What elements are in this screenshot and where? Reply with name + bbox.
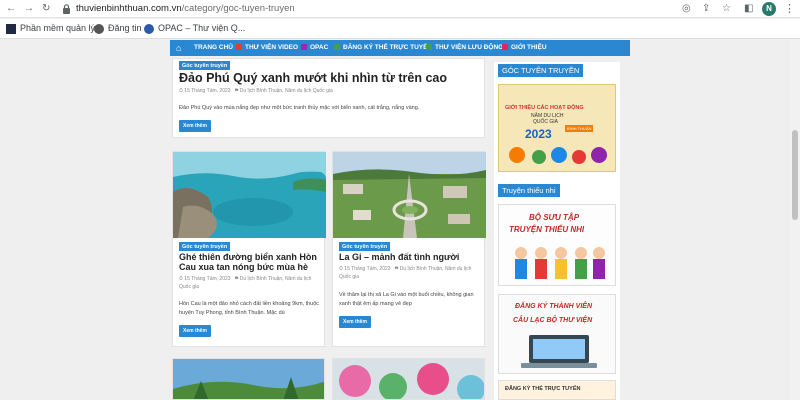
nav-label: GIỚI THIỆU [511,44,547,51]
forward-icon[interactable]: → [24,3,34,14]
url-domain: thuvienbinhthuan.com.vn [76,3,182,14]
post-date[interactable]: 15 Tháng Tám, 2023 [184,276,230,282]
url-path: /category/goc-tuyen-truyen [181,3,295,14]
share-icon[interactable]: ⇪ [702,3,710,14]
post-card-partial-2 [332,358,485,400]
post-image-partial-1[interactable] [173,359,325,400]
tourism-year-poster[interactable]: GIỚI THIỆU CÁC HOẠT ĐỘNG NĂM DU LỊCH QUỐ… [498,84,616,172]
main-navbar: ⌂ TRANG CHỦ THƯ VIỆN VIDEO OPAC ĐĂNG KÝ … [170,40,630,56]
post-image-hon-cau[interactable] [173,152,326,238]
poster-icons [509,147,607,164]
club-register-banner[interactable]: ĐĂNG KÝ THÀNH VIÊN CÂU LẠC BỘ THƯ VIỆN [498,294,616,374]
laptop-illustration [521,335,597,368]
post-excerpt: Về thăm lại thị xã La Gi vào một buổi ch… [339,292,474,307]
category-badge[interactable]: Góc tuyên truyền [339,242,391,251]
sidebar-widget-kids: Truyện thiếu nhi BỘ SƯU TẬP TRUYỆN THIẾU… [494,182,620,400]
post-card-phu-quy: Góc tuyên truyền Đảo Phú Quý xanh mướt k… [172,58,485,138]
bookmark-item-3[interactable]: OPAC – Thư viện Q... [144,23,245,34]
bookmark-label: Phần mềm quản lý... [20,23,103,33]
category-badge[interactable]: Góc tuyên truyền [179,242,231,251]
nav-label: TRANG CHỦ [194,44,233,51]
scrollbar-thumb[interactable] [792,130,798,220]
app-icon [6,23,16,34]
nav-label: OPAC [310,44,329,51]
bookmark-star-icon[interactable]: ☆ [722,3,731,14]
nav-item-about[interactable]: GIỚI THIỆU [502,44,547,51]
post-image-la-gi[interactable] [333,152,486,238]
post-title[interactable]: Ghé thiên đường biển xanh Hòn Cau xua ta… [179,252,321,273]
post-date[interactable]: 15 Tháng Tám, 2023 [184,88,230,94]
nav-item-opac[interactable]: OPAC [301,44,328,51]
read-more-button[interactable]: Xem thêm [339,316,371,328]
nav-label: ĐĂNG KÝ THẺ TRỰC TUYẾN [343,44,433,51]
google-lens-icon[interactable]: ◎ [682,3,691,14]
read-more-button[interactable]: Xem thêm [179,325,211,337]
poster-year: 2023 [525,127,552,141]
poster-line3: QUỐC GIA [533,119,559,125]
post-meta: ⏱ 15 Tháng Tám, 2023 ⚑ Du lịch Bình Thuậ… [339,266,472,280]
poster-line1: GIỚI THIỆU CÁC HOẠT ĐỘNG [505,105,584,111]
kids-stories-banner[interactable]: BỘ SƯU TẬP TRUYỆN THIẾU NHI [498,204,616,286]
home-icon[interactable]: ⌂ [176,43,181,53]
lock-icon[interactable] [62,4,71,14]
browser-address-bar: ← → ↻ thuvienbinhthuan.com.vn/category/g… [0,0,800,18]
sidebar-heading: Truyện thiếu nhi [498,184,560,197]
card-icon [334,44,340,51]
post-title[interactable]: La Gi – mảnh đất tình người [339,252,481,263]
nav-label: THƯ VIỆN VIDEO [245,44,299,51]
profile-avatar[interactable]: N [762,2,776,16]
post-excerpt: Đảo Phú Quý vào mùa nắng đẹp như một bức… [179,105,420,111]
browser-menu-icon[interactable]: ⋮ [784,2,795,15]
register-line1: ĐĂNG KÝ THÀNH VIÊN [515,303,593,310]
post-image-partial-2[interactable] [333,359,485,400]
post-tags[interactable]: Du lịch Bình Thuận, Năm du lịch Quốc gia [240,88,333,94]
bookmark-label: OPAC – Thư viện Q... [158,23,246,33]
online-card-label: ĐĂNG KÝ THẺ TRỰC TUYẾN [505,386,581,392]
youtube-icon [236,44,242,51]
opac-nav-icon [301,44,307,51]
info-icon [502,44,508,51]
post-title[interactable]: Đảo Phú Quý xanh mướt khi nhìn từ trên c… [179,71,479,86]
read-more-button[interactable]: Xem thêm [179,120,211,132]
nav-item-home[interactable]: TRANG CHỦ [194,44,233,51]
kids-banner-line1: BỘ SƯU TẬP [529,213,580,222]
post-meta: ⏱ 15 Tháng Tám, 2023 ⚑ Du lịch Bình Thuậ… [179,276,312,290]
bookmark-label: Đăng tin [108,23,142,33]
register-line2: CÂU LẠC BỘ THƯ VIỆN [513,317,593,324]
post-excerpt: Hòn Cau là một đảo nhỏ cách đất liền kho… [179,301,320,316]
sidebar-heading: GÓC TUYÊN TRUYỀN [498,64,584,77]
online-card-banner[interactable]: ĐĂNG KÝ THẺ TRỰC TUYẾN [498,380,616,400]
sidebar-widget-promotion: GÓC TUYÊN TRUYỀN GIỚI THIỆU CÁC HOẠT ĐỘN… [494,62,620,182]
poster-place: BÌNH THUẬN [565,125,594,132]
category-badge[interactable]: Góc tuyên truyền [179,61,231,70]
bookmarks-bar: Phần mềm quản lý... Đăng tin OPAC – Thư … [0,19,800,39]
truck-icon [426,44,432,51]
kids-banner-line2: TRUYỆN THIẾU NHI [509,225,585,234]
opac-icon [144,23,154,34]
nav-item-register[interactable]: ĐĂNG KÝ THẺ TRỰC TUYẾN [334,44,432,51]
post-card-la-gi: Góc tuyên truyền La Gi – mảnh đất tình n… [332,151,486,347]
post-date[interactable]: 15 Tháng Tám, 2023 [344,266,390,272]
side-panel-icon[interactable]: ◧ [744,3,753,14]
nav-item-video[interactable]: THƯ VIỆN VIDEO [236,44,298,51]
bookmark-item-2[interactable]: Đăng tin [94,23,142,34]
post-card-hon-cau: Góc tuyên truyền Ghé thiên đường biển xa… [172,151,326,347]
page-scrollbar[interactable] [790,40,800,400]
url-field[interactable]: thuvienbinhthuan.com.vn/category/goc-tuy… [76,3,295,14]
page-content: ⌂ TRANG CHỦ THƯ VIỆN VIDEO OPAC ĐĂNG KÝ … [0,40,800,400]
reload-icon[interactable]: ↻ [42,3,50,14]
nav-item-mobile-library[interactable]: THƯ VIỆN LƯU ĐỘNG [426,44,503,51]
nav-label: THƯ VIỆN LƯU ĐỘNG [435,44,504,51]
kids-illustration [515,247,605,279]
post-meta: ⏱ 15 Tháng Tám, 2023 ⚑ Du lịch Bình Thuậ… [179,88,333,94]
post-card-partial-1 [172,358,325,400]
globe-icon [94,23,104,34]
back-icon[interactable]: ← [6,3,16,14]
bookmark-item-1[interactable]: Phần mềm quản lý... [6,23,103,34]
